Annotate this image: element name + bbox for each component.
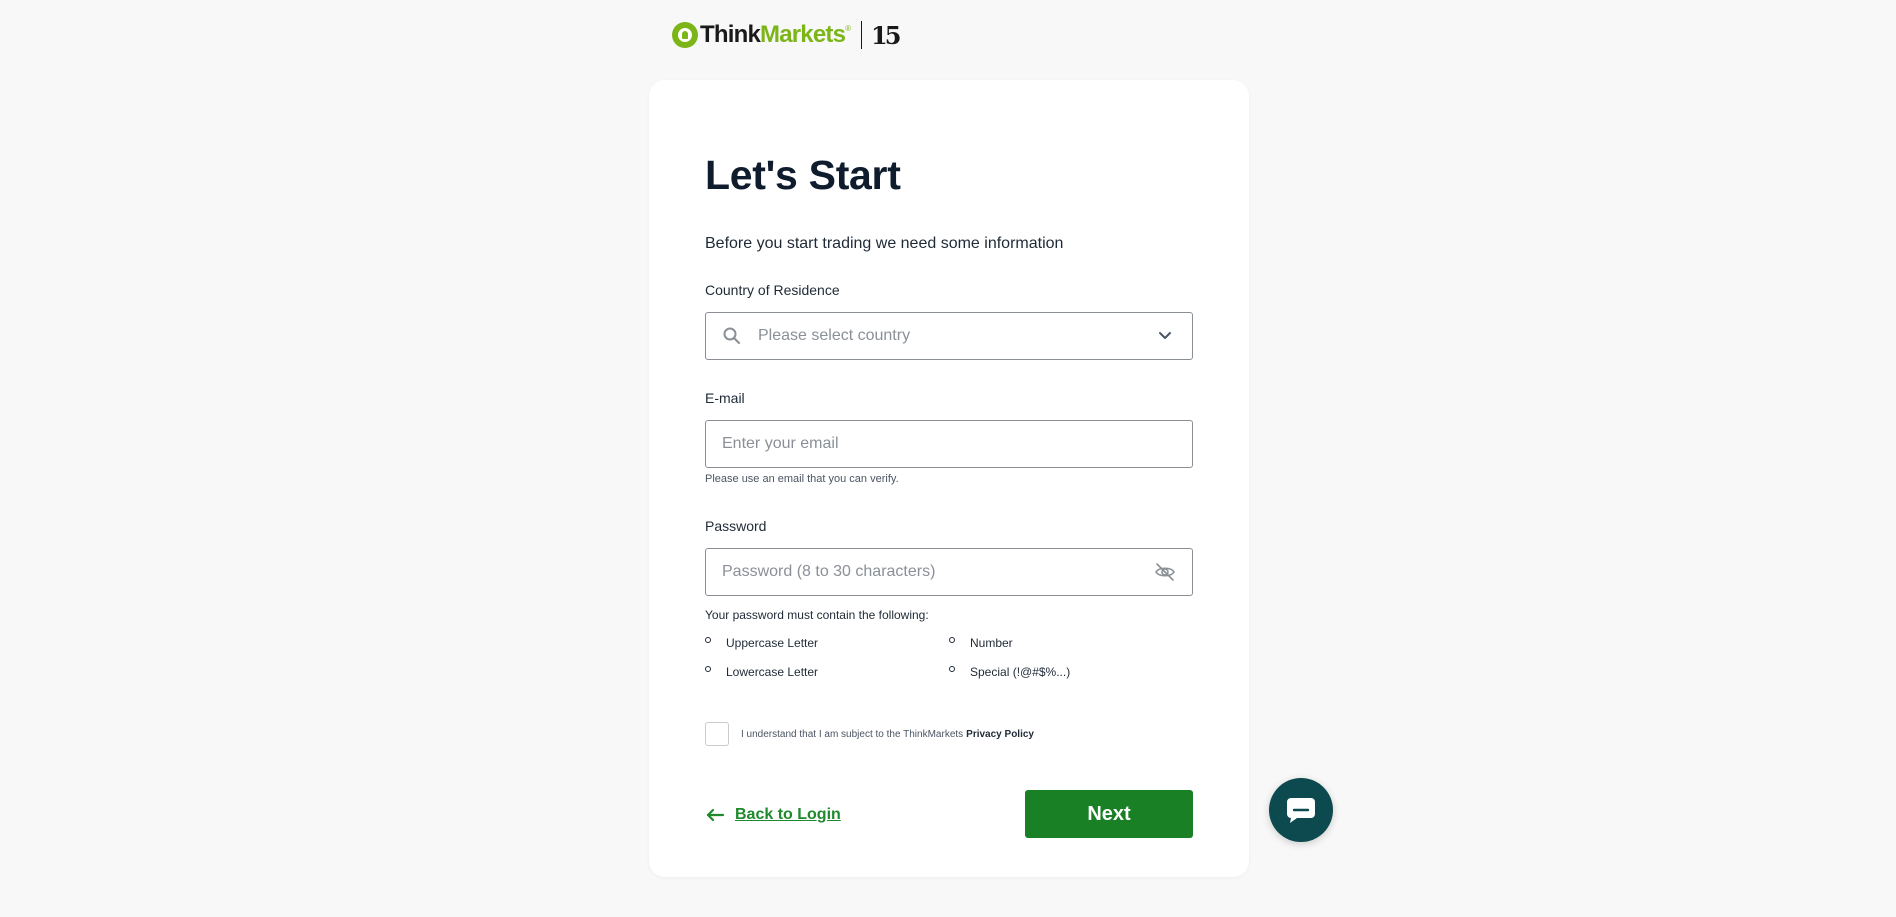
requirement-special: Special (!@#$%...): [949, 665, 1070, 679]
password-requirements-title: Your password must contain the following…: [705, 608, 929, 622]
back-to-login-link[interactable]: Back to Login: [705, 806, 841, 824]
back-to-login-label: Back to Login: [735, 806, 841, 823]
password-field[interactable]: Password (8 to 30 characters): [705, 548, 1193, 596]
requirement-lowercase: Lowercase Letter: [705, 665, 818, 679]
chat-launcher-button[interactable]: [1269, 778, 1333, 842]
chevron-down-icon[interactable]: [1154, 325, 1176, 347]
signup-card: Let's Start Before you start trading we …: [649, 80, 1249, 877]
thinkmarkets-logo[interactable]: ThinkMarkets ® 15: [672, 20, 901, 50]
email-label: E-mail: [705, 390, 745, 406]
email-placeholder: Enter your email: [722, 435, 839, 452]
logo-divider: [861, 21, 863, 49]
privacy-consent: I understand that I am subject to the Th…: [705, 722, 1034, 746]
page-title: Let's Start: [705, 152, 901, 198]
requirement-bullet-icon: [949, 666, 955, 672]
privacy-checkbox[interactable]: [705, 722, 729, 746]
consent-text: I understand that I am subject to the Th…: [741, 728, 964, 740]
requirement-bullet-icon: [705, 666, 711, 672]
privacy-policy-link[interactable]: Privacy Policy: [966, 729, 1034, 740]
logo-registered-mark: ®: [845, 24, 852, 33]
chat-bubble-icon: [1287, 798, 1315, 823]
requirement-uppercase: Uppercase Letter: [705, 636, 818, 650]
anniversary-badge: 15: [871, 20, 901, 50]
password-placeholder: Password (8 to 30 characters): [722, 563, 936, 580]
email-help-text: Please use an email that you can verify.: [705, 473, 899, 485]
eye-off-icon[interactable]: [1154, 561, 1176, 583]
arrow-left-icon: [706, 808, 725, 822]
logo-wordmark: ThinkMarkets: [700, 21, 846, 48]
email-field[interactable]: Enter your email: [705, 420, 1193, 468]
country-label: Country of Residence: [705, 282, 840, 298]
page-subtitle: Before you start trading we need some in…: [705, 235, 1064, 252]
password-label: Password: [705, 518, 767, 534]
requirement-number: Number: [949, 636, 1013, 650]
search-icon: [723, 327, 740, 344]
country-select[interactable]: Please select country: [705, 312, 1193, 360]
country-placeholder: Please select country: [758, 327, 911, 344]
requirement-bullet-icon: [949, 637, 955, 643]
logo-bulb-icon: [672, 22, 698, 48]
requirement-bullet-icon: [705, 637, 711, 643]
next-button[interactable]: Next: [1025, 790, 1193, 838]
